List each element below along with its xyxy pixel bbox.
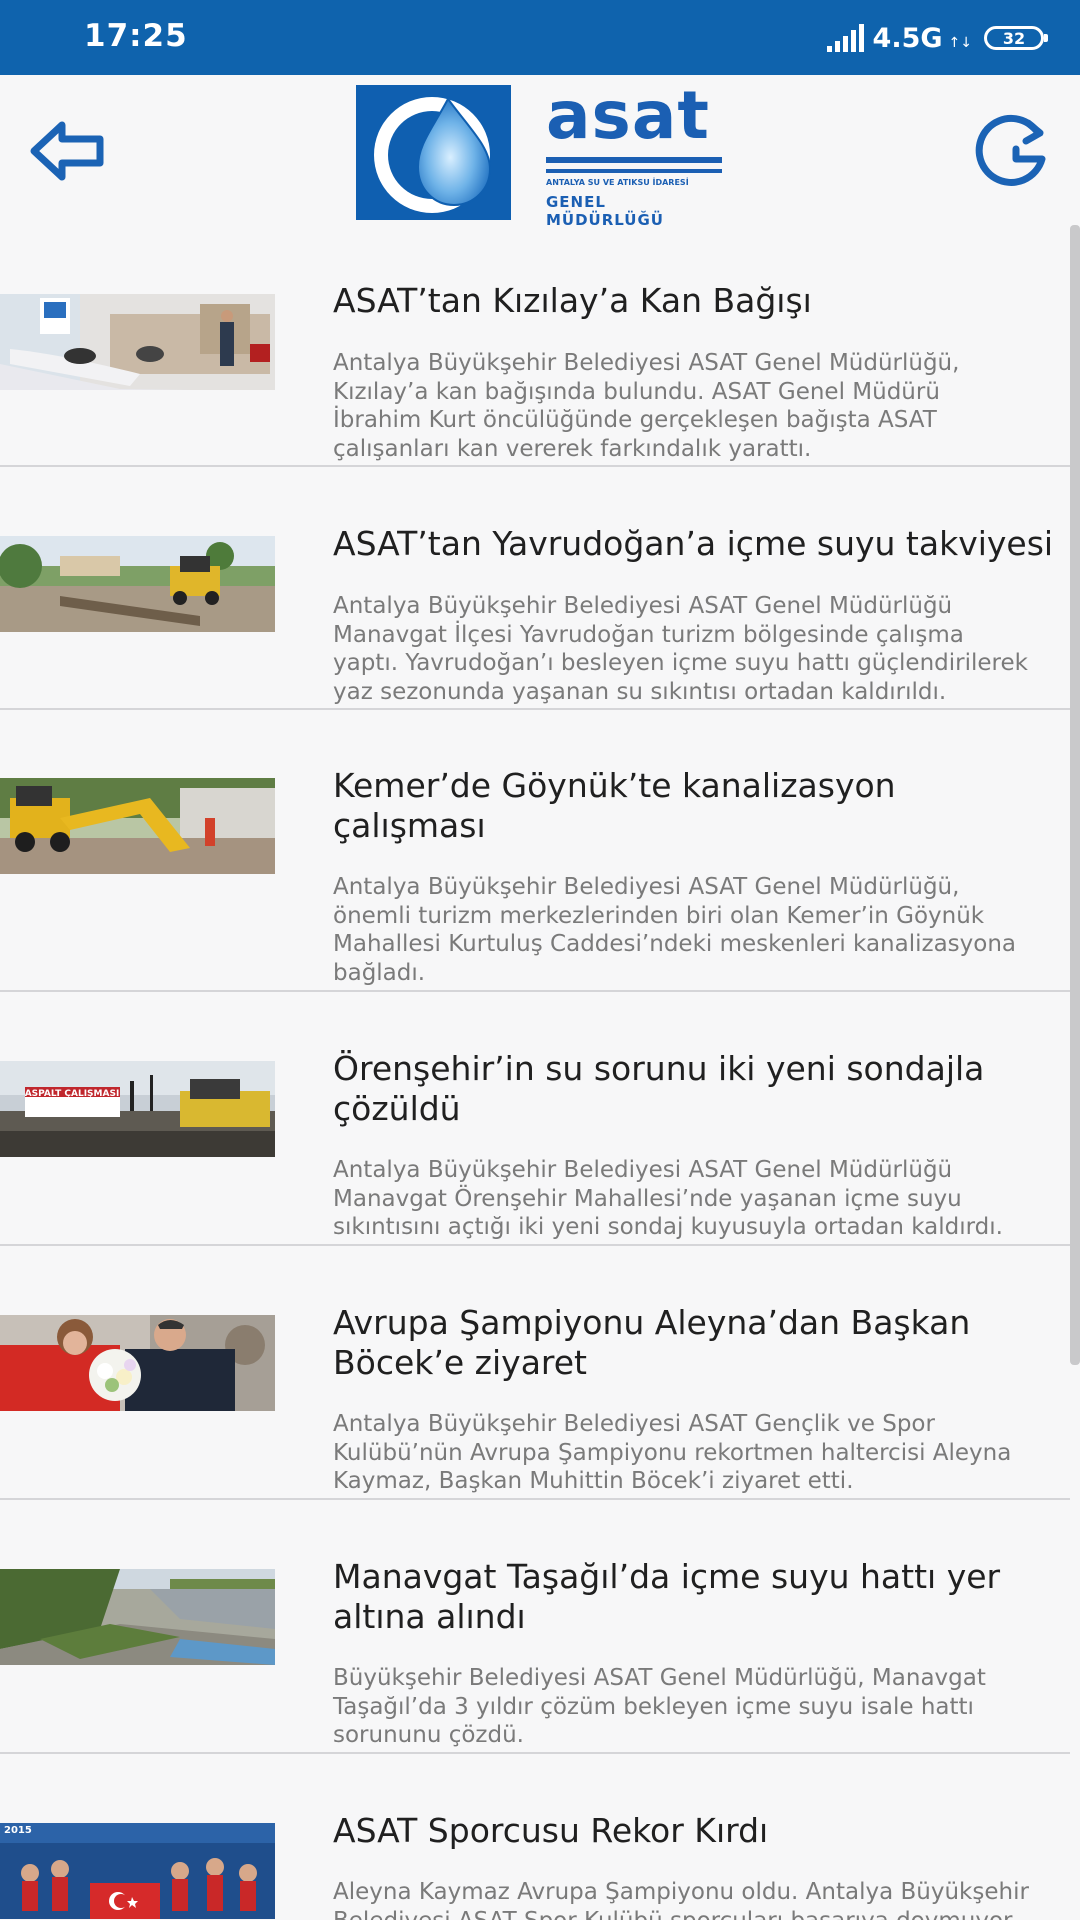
news-description: Aleyna Kaymaz Avrupa Şampiyonu oldu. Ant… [333, 1879, 1029, 1920]
news-item[interactable]: ASAT’tan Yavrudoğan’a içme suyu takviyes… [0, 467, 1080, 710]
news-description: Antalya Büyükşehir Belediyesi ASAT Genel… [333, 350, 960, 462]
news-description: Büyükşehir Belediyesi ASAT Genel Müdürlü… [333, 1665, 986, 1748]
news-title: Avrupa Şampiyonu Aleyna’dan Başkan Böcek… [333, 1303, 971, 1382]
news-thumbnail: ASPALT ÇALIŞMASI [0, 1061, 275, 1157]
news-description: Antalya Büyükşehir Belediyesi ASAT Genel… [333, 1157, 1003, 1240]
news-item[interactable]: 2015 ASAT Sporcusu Rekor Kırdı Aleyna Ka… [0, 1754, 1080, 1920]
logo-rule [546, 157, 722, 163]
back-button[interactable] [28, 115, 108, 187]
news-item[interactable]: Manavgat Taşağıl’da içme suyu hattı yer … [0, 1500, 1080, 1754]
logo-subtitle: GENEL MÜDÜRLÜĞÜ [546, 193, 664, 229]
data-activity-icon: ↑↓ [948, 35, 972, 51]
news-description: Antalya Büyükşehir Belediyesi ASAT Genel… [333, 874, 1017, 986]
status-bar: 17:25 4.5G ↑↓ 32 [0, 0, 1080, 75]
news-item[interactable]: Avrupa Şampiyonu Aleyna’dan Başkan Böcek… [0, 1246, 1080, 1500]
news-title: ASAT’tan Yavrudoğan’a içme suyu takviyes… [333, 524, 1054, 563]
news-item[interactable]: Kemer’de Göynük’te kanalizasyon çalışmas… [0, 710, 1080, 992]
scrollbar[interactable] [1070, 225, 1080, 1365]
news-title: ASAT’tan Kızılay’a Kan Bağışı [333, 281, 812, 320]
news-thumbnail [0, 1315, 275, 1411]
logo-subtitle: ANTALYA SU VE ATIKSU İDARESİ [546, 178, 689, 187]
arrow-left-icon [30, 121, 104, 181]
news-thumbnail [0, 1569, 275, 1665]
news-description: Antalya Büyükşehir Belediyesi ASAT Genel… [333, 593, 1028, 705]
battery-icon: 32 [984, 26, 1048, 50]
news-thumbnail [0, 294, 275, 390]
status-indicators: 4.5G ↑↓ 32 [826, 22, 1048, 54]
news-description: Antalya Büyükşehir Belediyesi ASAT Gençl… [333, 1411, 1012, 1494]
signal-icon [826, 24, 864, 52]
news-title: Örenşehir’in su sorunu iki yeni sondajla… [333, 1049, 985, 1128]
news-title: Manavgat Taşağıl’da içme suyu hattı yer … [333, 1557, 1001, 1636]
asat-logo: asat ANTALYA SU VE ATIKSU İDARESİ GENEL … [356, 77, 728, 229]
logo-emblem [356, 85, 511, 220]
news-item[interactable]: ASAT’tan Kızılay’a Kan Bağışı Antalya Bü… [0, 225, 1080, 467]
news-list[interactable]: ASAT’tan Kızılay’a Kan Bağışı Antalya Bü… [0, 225, 1080, 1920]
water-drop-icon [374, 97, 492, 213]
network-type: 4.5G [872, 22, 943, 54]
news-item[interactable]: ASPALT ÇALIŞMASI Örenşehir’in su sorunu … [0, 992, 1080, 1246]
logo-wordmark: asat [546, 77, 710, 154]
app-bar: asat ANTALYA SU VE ATIKSU İDARESİ GENEL … [0, 75, 1080, 229]
refresh-button[interactable] [972, 113, 1050, 189]
refresh-g-icon [975, 114, 1046, 186]
thumbnail-sign-text: ASPALT ÇALIŞMASI [25, 1089, 120, 1099]
battery-level: 32 [1002, 28, 1026, 48]
status-time: 17:25 [84, 18, 188, 54]
news-thumbnail: 2015 [0, 1823, 275, 1919]
logo-rule [546, 169, 722, 173]
thumbnail-banner-text: 2015 [4, 1825, 32, 1836]
news-thumbnail [0, 536, 275, 632]
news-title: Kemer’de Göynük’te kanalizasyon çalışmas… [333, 766, 896, 845]
news-thumbnail [0, 778, 275, 874]
news-title: ASAT Sporcusu Rekor Kırdı [333, 1811, 769, 1850]
